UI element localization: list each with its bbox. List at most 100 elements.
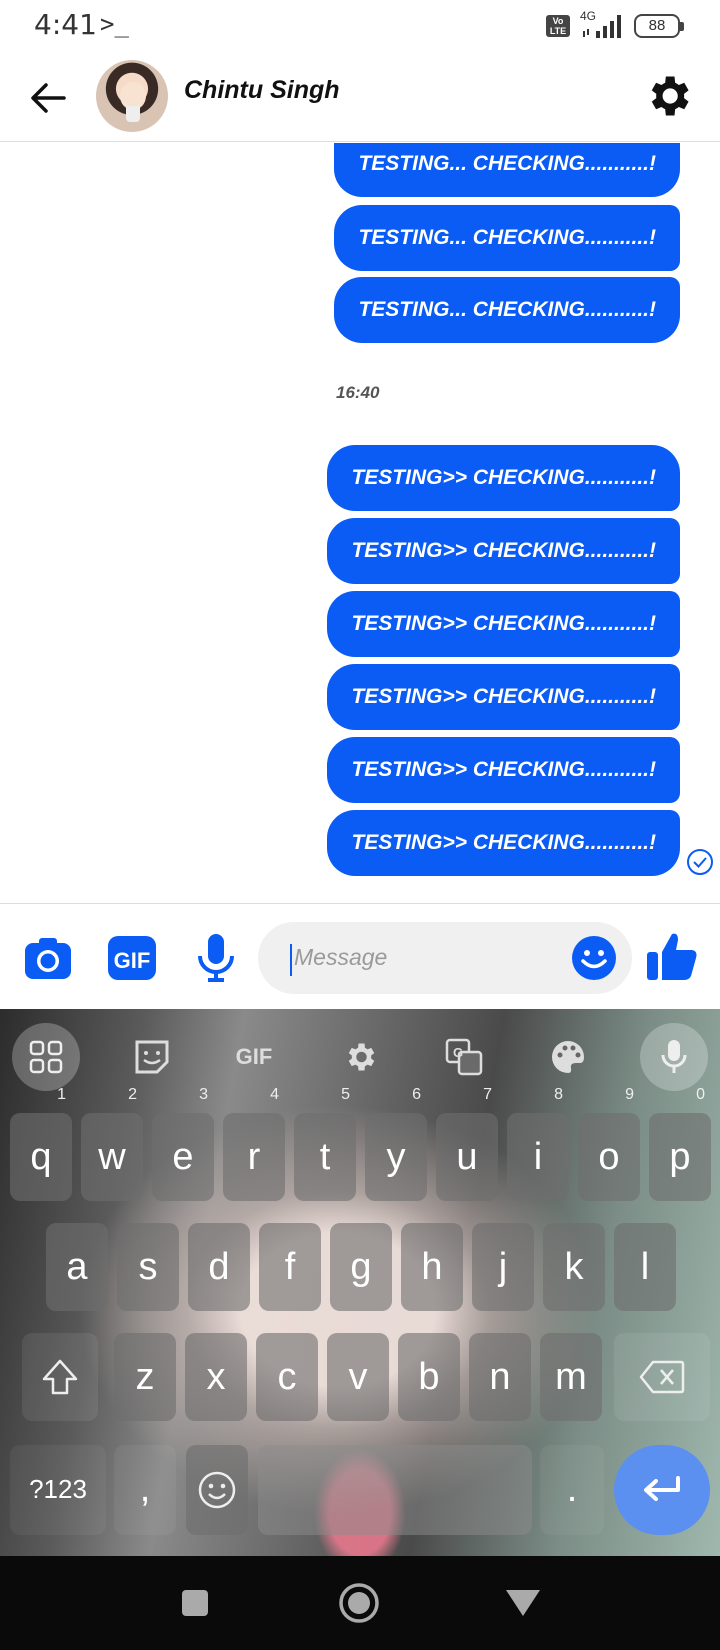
- key-q[interactable]: q1: [10, 1087, 72, 1201]
- gear-icon: [348, 1043, 375, 1071]
- symbols-key[interactable]: ?123: [10, 1445, 106, 1535]
- key-h[interactable]: h: [401, 1223, 463, 1311]
- key-hint-number: 9: [625, 1086, 634, 1103]
- camera-button[interactable]: [22, 932, 74, 984]
- key-s[interactable]: s: [117, 1223, 179, 1311]
- navigation-bar: [0, 1556, 720, 1650]
- status-bar: 4:41 >_ Vo LTE 4G 88: [0, 0, 720, 52]
- message-bubble[interactable]: TESTING>> CHECKING...........!: [327, 591, 680, 657]
- key-z[interactable]: z: [114, 1333, 176, 1421]
- palette-icon: [552, 1041, 584, 1073]
- key-o[interactable]: o9: [578, 1087, 640, 1201]
- enter-icon: [644, 1476, 680, 1501]
- key-hint-number: 6: [412, 1086, 421, 1103]
- translate-icon: G: [445, 1038, 483, 1076]
- key-n[interactable]: n: [469, 1333, 531, 1421]
- theme-button[interactable]: [538, 1027, 598, 1087]
- message-list[interactable]: TESTING... CHECKING...........! TESTING.…: [0, 143, 720, 903]
- key-v[interactable]: v: [327, 1333, 389, 1421]
- text-cursor: [290, 944, 292, 976]
- message-timestamp: 16:40: [336, 383, 380, 402]
- like-button[interactable]: [644, 928, 697, 980]
- period-key[interactable]: .: [540, 1445, 604, 1535]
- key-f[interactable]: f: [259, 1223, 321, 1311]
- key-j[interactable]: j: [472, 1223, 534, 1311]
- smiley-icon: [198, 1471, 236, 1509]
- key-w[interactable]: w2: [81, 1087, 143, 1201]
- backspace-icon: [639, 1360, 685, 1394]
- gif-label: GIF: [114, 948, 151, 973]
- keyboard: GIF G q 1 w 2 e 3 r 4 t 5 y 6 u 7 i 8 o …: [0, 1009, 720, 1556]
- message-bubble[interactable]: TESTING... CHECKING...........!: [334, 205, 680, 271]
- message-bubble[interactable]: TESTING... CHECKING...........!: [334, 143, 680, 197]
- key-u[interactable]: u7: [436, 1087, 498, 1201]
- keyboard-settings-button[interactable]: [330, 1027, 390, 1087]
- apps-grid-button[interactable]: [12, 1023, 80, 1091]
- key-t[interactable]: t5: [294, 1087, 356, 1201]
- signal-icon: 4G: [578, 9, 626, 39]
- message-bubble[interactable]: TESTING>> CHECKING...........!: [327, 664, 680, 730]
- key-hint-number: 7: [483, 1086, 492, 1103]
- enter-key[interactable]: [614, 1445, 710, 1535]
- key-hint-number: 5: [341, 1086, 350, 1103]
- key-l[interactable]: l: [614, 1223, 676, 1311]
- sent-check-icon: [687, 849, 713, 875]
- key-g[interactable]: g: [330, 1223, 392, 1311]
- thumbs-up-icon: [647, 933, 697, 980]
- key-x[interactable]: x: [185, 1333, 247, 1421]
- key-k[interactable]: k: [543, 1223, 605, 1311]
- key-b[interactable]: b: [398, 1333, 460, 1421]
- key-hint-number: 8: [554, 1086, 563, 1103]
- key-m[interactable]: m: [540, 1333, 602, 1421]
- arrow-left-icon: [31, 83, 66, 113]
- message-placeholder: Message: [294, 944, 388, 970]
- battery-icon: 88: [634, 14, 684, 38]
- emoji-key[interactable]: [186, 1445, 248, 1535]
- gif-button[interactable]: GIF: [106, 932, 158, 984]
- message-bubble[interactable]: TESTING>> CHECKING...........!: [327, 810, 680, 876]
- space-key[interactable]: [258, 1445, 532, 1535]
- message-bubble[interactable]: TESTING>> CHECKING...........!: [327, 445, 680, 511]
- sticker-button[interactable]: [122, 1027, 182, 1087]
- key-y[interactable]: y6: [365, 1087, 427, 1201]
- gif-icon: GIF: [108, 936, 156, 980]
- voice-input-button[interactable]: [640, 1023, 708, 1091]
- microphone-icon: [198, 934, 234, 982]
- key-p[interactable]: p0: [649, 1087, 711, 1201]
- message-bubble[interactable]: TESTING>> CHECKING...........!: [327, 518, 680, 584]
- key-r[interactable]: r4: [223, 1087, 285, 1201]
- terminal-icon: >_: [100, 10, 129, 38]
- back-button[interactable]: [24, 74, 72, 122]
- smiley-icon: [572, 936, 616, 980]
- key-hint-number: 4: [270, 1086, 279, 1103]
- circle-icon: [339, 1583, 379, 1623]
- microphone-icon: [661, 1040, 687, 1073]
- status-time: 4:41: [34, 8, 97, 41]
- message-bubble[interactable]: TESTING... CHECKING...........!: [334, 277, 680, 343]
- microphone-button[interactable]: [190, 932, 242, 984]
- message-input[interactable]: Message: [258, 922, 632, 994]
- comma-key[interactable]: ,: [114, 1445, 176, 1535]
- key-hint-number: 2: [128, 1086, 137, 1103]
- keyboard-toolbar: GIF G: [0, 1009, 720, 1097]
- settings-button[interactable]: [642, 70, 694, 122]
- volte-icon: Vo LTE: [546, 15, 570, 37]
- home-button[interactable]: [336, 1580, 382, 1626]
- key-e[interactable]: e3: [152, 1087, 214, 1201]
- avatar[interactable]: [96, 60, 168, 132]
- translate-button[interactable]: G: [434, 1027, 494, 1087]
- recents-button[interactable]: [172, 1580, 218, 1626]
- key-a[interactable]: a: [46, 1223, 108, 1311]
- message-bubble[interactable]: TESTING>> CHECKING...........!: [327, 737, 680, 803]
- shift-key[interactable]: [22, 1333, 98, 1421]
- emoji-button[interactable]: [570, 934, 618, 982]
- contact-name[interactable]: Chintu Singh: [184, 76, 340, 105]
- triangle-icon: [506, 1590, 540, 1616]
- grid-icon: [29, 1040, 63, 1074]
- key-d[interactable]: d: [188, 1223, 250, 1311]
- back-nav-button[interactable]: [500, 1580, 546, 1626]
- backspace-key[interactable]: [614, 1333, 710, 1421]
- key-i[interactable]: i8: [507, 1087, 569, 1201]
- key-c[interactable]: c: [256, 1333, 318, 1421]
- keyboard-gif-button[interactable]: GIF: [224, 1027, 284, 1087]
